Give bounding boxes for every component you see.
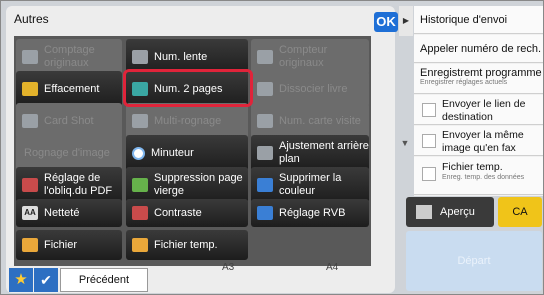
tile-reglage-rvb[interactable]: Réglage RVB — [251, 199, 369, 227]
tile-card-shot: Card Shot — [16, 103, 122, 139]
sharpness-icon: AA — [22, 206, 38, 220]
tile-nettete[interactable]: AA Netteté — [16, 199, 122, 227]
recall-search-number-item[interactable]: Appeler numéro de rech. — [414, 35, 543, 63]
app-screen: Autres OK Comptage originaux Num. lente … — [0, 0, 544, 295]
contrast-icon — [132, 206, 148, 220]
tile-dissocier-livre: Dissocier livre — [251, 71, 369, 107]
tile-fichier-temp[interactable]: Fichier temp. — [126, 230, 248, 260]
slow-scan-icon — [132, 50, 148, 64]
favorite-star-icon[interactable]: ★ — [9, 268, 33, 292]
tile-rognage-image: Rognage d'image — [16, 135, 122, 171]
send-same-image-checkbox[interactable] — [422, 134, 436, 148]
erase-icon — [22, 82, 38, 96]
tile-num-carte-visite: Num. carte visite — [251, 103, 369, 139]
tile-effacement[interactable]: Effacement — [16, 71, 122, 107]
count-icon — [22, 50, 38, 64]
send-link-item[interactable]: Envoyer le lien de destination — [414, 95, 543, 125]
temp-file-checkbox[interactable] — [422, 167, 436, 181]
other-settings-panel: Autres OK Comptage originaux Num. lente … — [6, 6, 398, 293]
send-same-image-item[interactable]: Envoyer la même image qu'en fax — [414, 126, 543, 156]
temp-file-icon — [132, 238, 148, 252]
tile-ajustement-arriere-plan[interactable]: Ajustement arrière plan — [251, 135, 369, 171]
card-icon — [22, 114, 38, 128]
folder-icon — [22, 238, 38, 252]
tile-supprimer-couleur[interactable]: Supprimer la couleur — [251, 167, 369, 203]
send-history-item[interactable]: Historique d'envoi — [414, 6, 543, 34]
scroll-down-icon[interactable]: ▼ — [399, 138, 411, 152]
tile-contraste[interactable]: Contraste — [126, 199, 248, 227]
book-split-icon — [257, 82, 273, 96]
send-link-checkbox[interactable] — [422, 103, 436, 117]
blank-page-icon — [132, 178, 148, 192]
preview-icon — [416, 205, 432, 219]
tile-fichier[interactable]: Fichier — [16, 230, 122, 260]
collapse-arrow-icon[interactable]: ▶ — [399, 6, 413, 36]
tile-minuteur[interactable]: Minuteur — [126, 135, 248, 171]
counter-icon — [257, 50, 273, 64]
multi-crop-icon — [132, 114, 148, 128]
tile-reglage-obliq-pdf[interactable]: Réglage de l'obliq.du PDF — [16, 167, 122, 203]
action-panel: Historique d'envoi Appeler numéro de rec… — [414, 6, 543, 196]
check-icon[interactable]: ✔ — [34, 268, 58, 292]
preview-button[interactable]: Aperçu — [406, 197, 494, 227]
pdf-skew-icon — [22, 178, 38, 192]
business-card-icon — [257, 114, 273, 128]
tile-compteur-originaux: Compteur originaux — [251, 39, 369, 75]
bottom-bar: ★ ✔ Précédent — [6, 268, 395, 293]
panel-title: Autres — [14, 12, 49, 26]
clear-all-button[interactable]: CA — [498, 197, 542, 227]
rgb-icon — [257, 206, 273, 220]
temp-file-item[interactable]: Fichier temp. Enreg. temp. des données — [414, 157, 543, 195]
start-button[interactable]: Départ — [406, 231, 542, 291]
clock-icon — [132, 146, 145, 160]
tile-multi-rognage: Multi-rognage — [126, 103, 248, 139]
highlight-frame — [123, 69, 253, 107]
remove-color-icon — [257, 178, 273, 192]
save-program-item[interactable]: Enregistremt programme Enregistrer régla… — [414, 64, 543, 94]
tile-comptage-originaux: Comptage originaux — [16, 39, 122, 75]
ok-button[interactable]: OK — [374, 12, 398, 32]
previous-button[interactable]: Précédent — [60, 268, 148, 292]
background-icon — [257, 146, 273, 160]
tile-suppression-page-vierge[interactable]: Suppression page vierge — [126, 167, 248, 203]
